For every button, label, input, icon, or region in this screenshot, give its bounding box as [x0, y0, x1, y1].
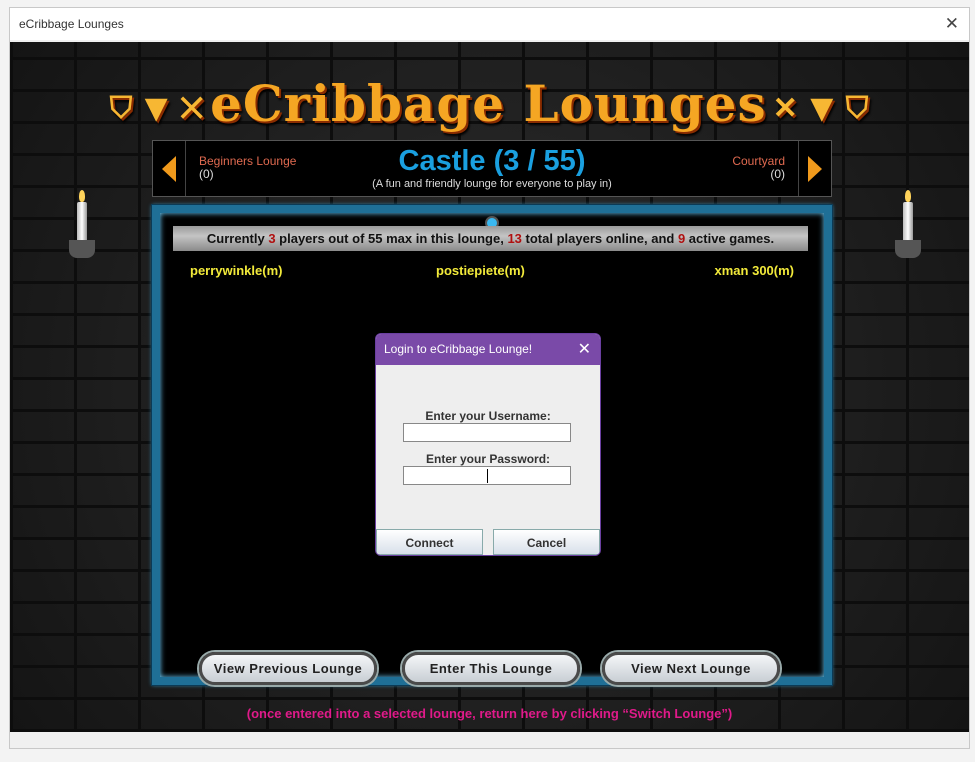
window-title: eCribbage Lounges — [19, 17, 124, 31]
player-count: 3 — [268, 231, 276, 246]
candle-icon — [69, 190, 95, 258]
player-item[interactable]: xman 300(m) — [715, 263, 794, 278]
connect-button[interactable]: Connect — [376, 529, 483, 555]
player-item[interactable]: postiepiete(m) — [436, 263, 525, 278]
player-item[interactable]: perrywinkle(m) — [190, 263, 282, 278]
switch-lounge-note: (once entered into a selected lounge, re… — [246, 706, 733, 721]
arrow-right-icon — [808, 155, 822, 182]
view-previous-lounge-button[interactable]: View Previous Lounge — [199, 652, 377, 685]
shield-icon: ⛉ ▼ ✕ — [109, 90, 205, 126]
password-input[interactable] — [403, 466, 571, 485]
text-caret — [487, 469, 488, 483]
cancel-button[interactable]: Cancel — [493, 529, 600, 555]
logo-text: eCribbage Lounges — [210, 74, 767, 133]
close-icon[interactable]: ✕ — [578, 334, 591, 365]
shield-icon: ✕ ▼ ⛉ — [772, 90, 870, 126]
login-dialog: Login to eCribbage Lounge! ✕ Enter your U… — [375, 333, 601, 556]
next-lounge-count: (0) — [770, 167, 785, 181]
title-bar: eCribbage Lounges — [10, 8, 969, 40]
username-input[interactable] — [403, 423, 571, 442]
dialog-title: Login to eCribbage Lounge! — [384, 342, 533, 356]
enter-lounge-button[interactable]: Enter This Lounge — [402, 652, 580, 685]
password-label: Enter your Password: — [425, 452, 551, 466]
lounge-title: Castle (3 / 55) — [398, 145, 586, 177]
candle-icon — [895, 190, 921, 258]
lounge-description: (A fun and friendly lounge for everyone … — [372, 178, 612, 190]
status-text: Currently — [206, 231, 269, 246]
next-lounge-arrow[interactable] — [798, 141, 831, 196]
logo: ⛉ ▼ ✕ eCribbage Lounges ✕ ▼ ⛉ — [10, 74, 969, 133]
next-lounge-info[interactable]: Courtyard (0) — [732, 155, 785, 181]
online-count: 13 — [507, 231, 522, 246]
status-text: players out of 55 max in this lounge, — [275, 231, 508, 246]
close-icon[interactable]: ✕ — [945, 14, 959, 34]
dialog-title-bar: Login to eCribbage Lounge! ✕ — [376, 334, 600, 365]
status-text: active games. — [685, 231, 775, 246]
view-next-lounge-button[interactable]: View Next Lounge — [602, 652, 780, 685]
status-bar: Currently 3 players out of 55 max in thi… — [173, 226, 808, 251]
lounge-header: Beginners Lounge (0) Castle (3 / 55) (A f… — [152, 140, 832, 197]
status-text: total players online, and — [521, 231, 678, 246]
username-label: Enter your Username: — [425, 409, 551, 423]
